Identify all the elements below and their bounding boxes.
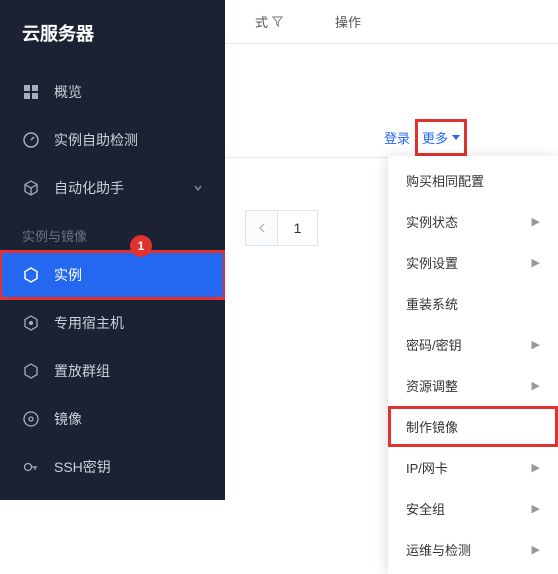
sidebar-title: 云服务器: [0, 20, 225, 68]
nav-section-label: 实例与镜像: [0, 212, 225, 251]
nav-instances[interactable]: 实例: [0, 251, 225, 299]
hexagon-icon: [22, 362, 40, 380]
row-actions: 登录 更多: [225, 118, 558, 158]
col-header-filter[interactable]: 式: [255, 12, 335, 31]
pager-prev[interactable]: [246, 211, 278, 245]
nav-self-check[interactable]: 实例自助检测: [0, 116, 225, 164]
key-icon: [22, 458, 40, 476]
dd-password-key[interactable]: 密码/密钥▶: [388, 324, 558, 365]
disc-icon: [22, 410, 40, 428]
sidebar: 云服务器 概览 实例自助检测 自动化助手 实例与镜像 实例 专用宿主机: [0, 0, 225, 500]
nav-label: 专用宿主机: [54, 313, 203, 333]
chevron-right-icon: ▶: [532, 543, 540, 556]
more-dropdown-menu: 购买相同配置 实例状态▶ 实例设置▶ 重装系统 密码/密钥▶ 资源调整▶ 制作镜…: [388, 156, 558, 574]
nav-ssh-keys[interactable]: SSH密钥: [0, 443, 225, 491]
chevron-right-icon: ▶: [532, 215, 540, 228]
nav-label: 实例自助检测: [54, 130, 203, 150]
nav-label: 镜像: [54, 409, 203, 429]
dd-security-group[interactable]: 安全组▶: [388, 488, 558, 529]
nav-placement-group[interactable]: 置放群组: [0, 347, 225, 395]
nav-label: 概览: [54, 82, 203, 102]
hexagon-icon: [22, 314, 40, 332]
dd-reinstall[interactable]: 重装系统: [388, 283, 558, 324]
nav-label: 自动化助手: [54, 178, 193, 198]
cube-icon: [22, 179, 40, 197]
dd-instance-state[interactable]: 实例状态▶: [388, 201, 558, 242]
main-panel: 式 操作 登录 更多 1 1 购买相同配置 实例状态▶ 实例设置▶ 重装系统 密…: [225, 0, 558, 500]
col-header-action: 操作: [335, 12, 361, 31]
chevron-right-icon: ▶: [532, 379, 540, 392]
chevron-down-icon: [193, 183, 203, 193]
callout-badge-1: 1: [130, 235, 152, 257]
nav-label: 置放群组: [54, 361, 203, 381]
nav-overview[interactable]: 概览: [0, 68, 225, 116]
nav-label: SSH密钥: [54, 457, 203, 477]
dd-ip-nic[interactable]: IP/网卡▶: [388, 447, 558, 488]
chevron-right-icon: ▶: [532, 256, 540, 269]
pagination: 1: [245, 210, 318, 246]
dd-ops-check[interactable]: 运维与检测▶: [388, 529, 558, 570]
gauge-icon: [22, 131, 40, 149]
nav-automation[interactable]: 自动化助手: [0, 164, 225, 212]
cube-icon: [22, 266, 40, 284]
more-dropdown-button[interactable]: 更多: [418, 122, 464, 153]
dd-resource-adjust[interactable]: 资源调整▶: [388, 365, 558, 406]
login-link[interactable]: 登录: [384, 128, 410, 147]
filter-icon: [272, 16, 283, 27]
pager-page: 1: [278, 211, 318, 245]
dd-buy-same[interactable]: 购买相同配置: [388, 160, 558, 201]
dd-instance-settings[interactable]: 实例设置▶: [388, 242, 558, 283]
chevron-right-icon: ▶: [532, 338, 540, 351]
nav-images[interactable]: 镜像: [0, 395, 225, 443]
caret-down-icon: [452, 135, 460, 140]
chevron-right-icon: ▶: [532, 461, 540, 474]
nav-dedicated-host[interactable]: 专用宿主机: [0, 299, 225, 347]
table-header: 式 操作: [225, 0, 558, 44]
nav-label: 实例: [54, 265, 203, 285]
grid-icon: [22, 83, 40, 101]
dd-create-image[interactable]: 制作镜像: [388, 406, 558, 447]
chevron-right-icon: ▶: [532, 502, 540, 515]
